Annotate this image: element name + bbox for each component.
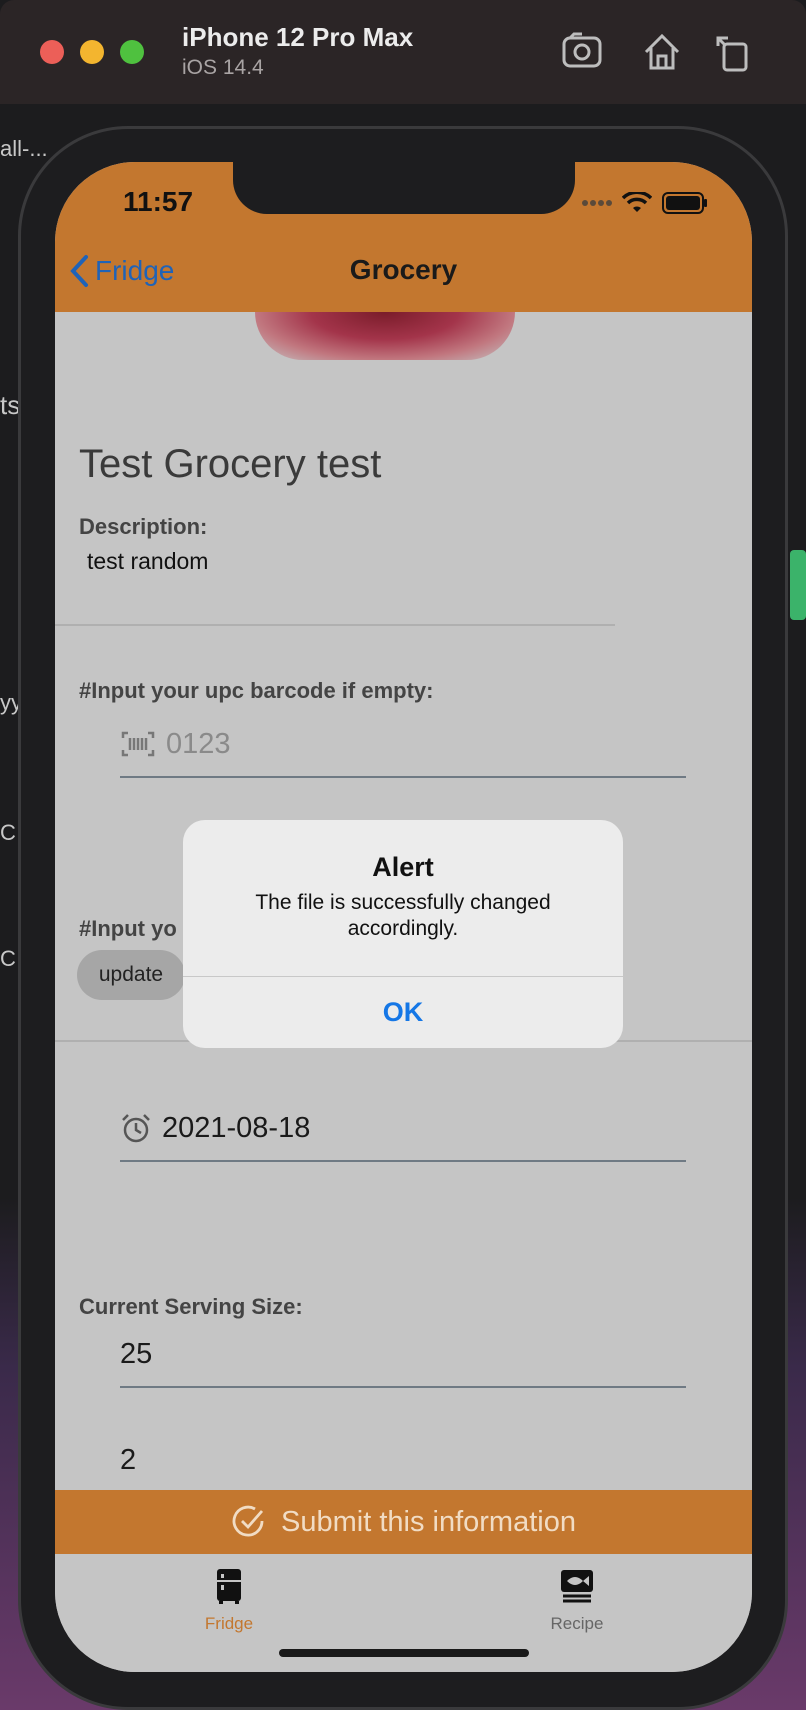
device-name: iPhone 12 Pro Max — [182, 22, 414, 52]
upc-label: #Input your upc barcode if empty: — [79, 678, 434, 703]
background-text: C — [0, 946, 16, 971]
submit-label: Submit this information — [281, 1505, 576, 1538]
fridge-icon — [217, 1569, 241, 1604]
tab-recipe-label: Recipe — [550, 1614, 604, 1633]
background-text: all-... — [0, 136, 48, 161]
serving-size-input[interactable]: 25 — [120, 1322, 686, 1388]
home-indicator[interactable] — [279, 1649, 529, 1657]
status-icons — [582, 192, 708, 214]
description-value: test random — [87, 548, 209, 574]
home-icon[interactable] — [640, 30, 684, 74]
signal-icon — [582, 200, 612, 206]
back-button[interactable]: Fridge — [69, 254, 174, 288]
zoom-window-button[interactable] — [120, 40, 144, 64]
expiry-date-input[interactable]: 2021-08-18 — [120, 1096, 686, 1162]
alarm-clock-icon — [122, 1114, 150, 1143]
expiry-date-value: 2021-08-18 — [162, 1111, 311, 1144]
notch — [233, 162, 575, 214]
chevron-left-icon — [70, 255, 88, 287]
serving-size-label: Current Serving Size: — [79, 1294, 303, 1319]
quantity-input[interactable]: 2 — [120, 1428, 686, 1494]
alert-title: Alert — [372, 852, 434, 882]
upc-input[interactable]: 0123 — [120, 712, 686, 778]
background-text: C — [0, 820, 16, 845]
serving-size-value: 25 — [120, 1337, 153, 1370]
update-button[interactable]: update — [77, 950, 185, 1000]
alert-ok-button[interactable]: OK — [183, 976, 623, 1048]
tab-recipe[interactable]: Recipe — [507, 1568, 647, 1634]
grocery-name: Test Grocery test — [79, 442, 382, 486]
app-screen: 11:57 Grocery Fridge Test Grocery test D… — [55, 162, 752, 1672]
status-time: 11:57 — [123, 186, 194, 217]
submit-button[interactable]: Submit this information — [55, 1490, 752, 1554]
wifi-icon — [622, 192, 652, 212]
back-button-label: Fridge — [95, 255, 175, 286]
screenshot-icon[interactable] — [560, 30, 604, 74]
recipe-icon — [561, 1570, 593, 1603]
alert-dialog: Alert The file is successfully changed a… — [183, 820, 623, 1048]
divider — [55, 624, 615, 626]
grocery-image — [255, 312, 515, 360]
simulator-title-bar: iPhone 12 Pro Max iOS 14.4 — [0, 0, 806, 104]
minimize-window-button[interactable] — [80, 40, 104, 64]
upc-placeholder: 0123 — [166, 727, 231, 760]
quantity-value: 2 — [120, 1443, 137, 1476]
barcode-icon — [121, 731, 155, 757]
check-circle-icon — [232, 1505, 264, 1537]
tab-fridge[interactable]: Fridge — [159, 1568, 299, 1634]
description-label: Description: — [79, 514, 208, 539]
alert-message: The file is successfully changed accordi… — [255, 891, 551, 940]
os-version: iOS 14.4 — [182, 56, 264, 79]
background-panel — [790, 550, 806, 620]
rotate-icon[interactable] — [712, 30, 756, 74]
second-input-label: #Input yo — [79, 916, 177, 941]
tab-fridge-label: Fridge — [204, 1614, 254, 1633]
battery-icon — [662, 192, 707, 214]
close-window-button[interactable] — [40, 40, 64, 64]
